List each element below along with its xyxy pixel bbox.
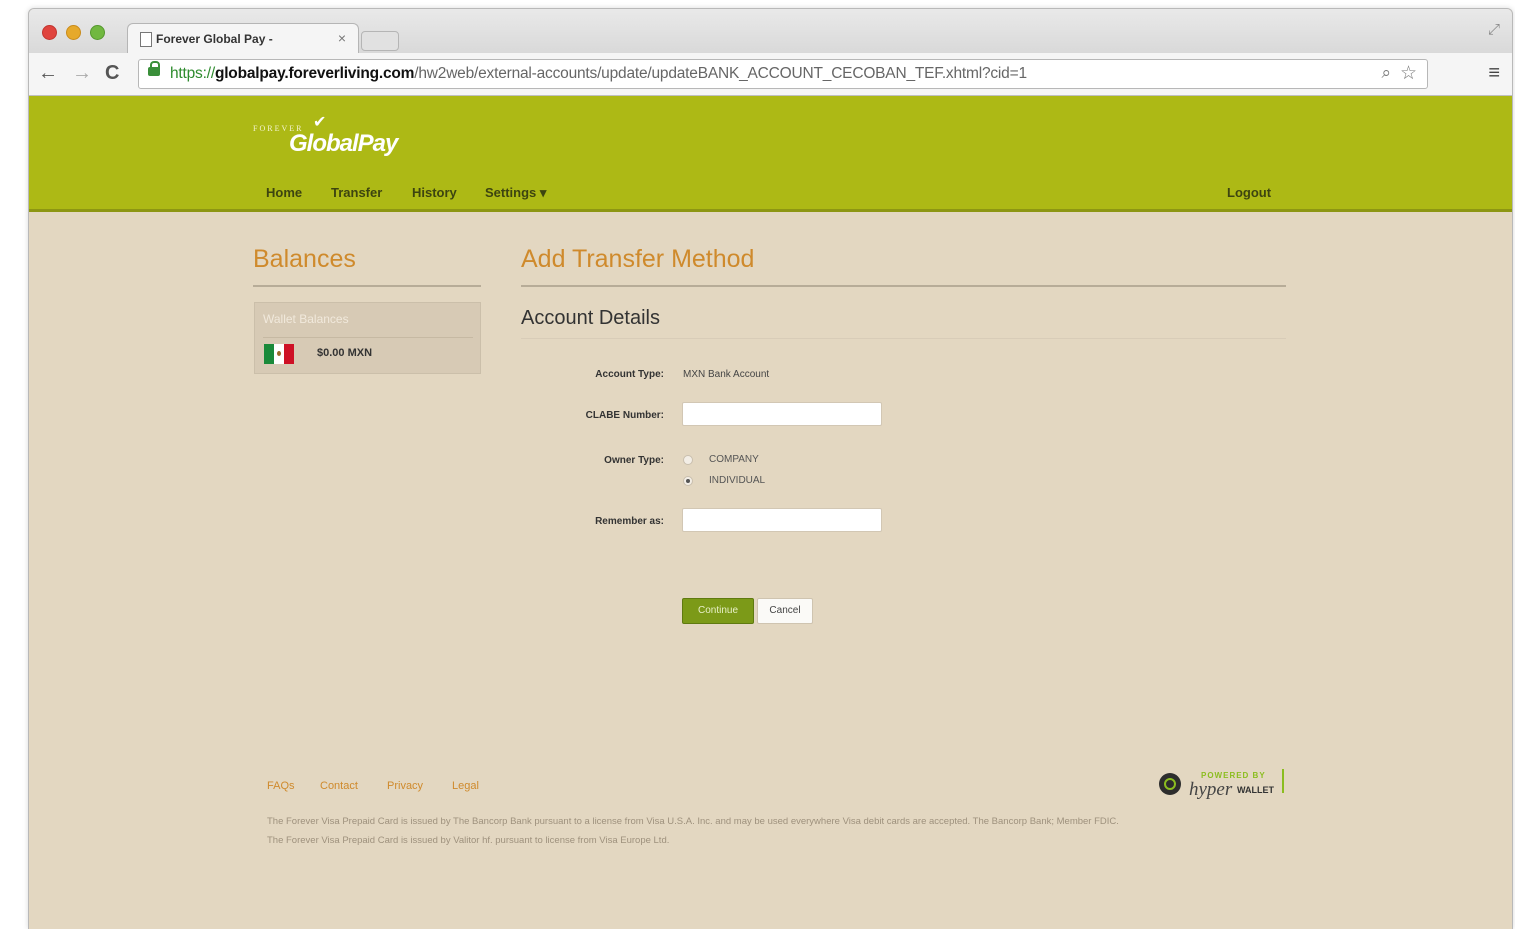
- company-radio-label[interactable]: COMPANY: [709, 454, 759, 465]
- globe-icon: [1159, 773, 1181, 795]
- cancel-button[interactable]: Cancel: [757, 598, 813, 624]
- balances-divider: [253, 285, 481, 287]
- clabe-number-label: CLABE Number:: [585, 410, 664, 421]
- continue-button[interactable]: Continue: [682, 598, 754, 624]
- wallet-text: WALLET: [1237, 785, 1274, 795]
- new-tab-button[interactable]: [361, 31, 399, 51]
- logo-bar: [1282, 769, 1284, 793]
- nav-home[interactable]: Home: [266, 185, 302, 200]
- footer-faqs-link[interactable]: FAQs: [267, 780, 295, 792]
- close-window-button[interactable]: [42, 25, 57, 40]
- nav-transfer[interactable]: Transfer: [331, 185, 382, 200]
- logo-globalpay-text: GlobalPay: [289, 130, 398, 157]
- footer-legal-link[interactable]: Legal: [452, 780, 479, 792]
- url-text[interactable]: https://globalpay.foreverliving.com/hw2w…: [170, 65, 1027, 83]
- minimize-window-button[interactable]: [66, 25, 81, 40]
- fullscreen-icon[interactable]: ⤢: [1488, 21, 1500, 38]
- remember-as-input[interactable]: [682, 508, 882, 532]
- hyper-text: hyper: [1189, 779, 1233, 800]
- logout-link[interactable]: Logout: [1227, 185, 1271, 200]
- document-icon: [140, 32, 152, 47]
- tab-title: Forever Global Pay -: [156, 32, 273, 46]
- back-arrow-icon[interactable]: ←: [38, 62, 58, 85]
- zoom-window-button[interactable]: [90, 25, 105, 40]
- lock-icon: [148, 61, 160, 76]
- browser-menu-icon[interactable]: ≡: [1488, 62, 1500, 85]
- owner-type-label: Owner Type:: [604, 455, 664, 466]
- individual-radio[interactable]: [683, 476, 693, 486]
- tab-strip: Forever Global Pay - × ⤢: [29, 9, 1512, 54]
- company-radio[interactable]: [683, 455, 693, 465]
- section-title: Account Details: [521, 307, 660, 329]
- reload-icon[interactable]: C: [105, 62, 119, 85]
- clabe-number-input[interactable]: [682, 402, 882, 426]
- magnifier-icon[interactable]: ⌕: [1381, 63, 1391, 83]
- tab-close-icon[interactable]: ×: [338, 30, 346, 46]
- bookmark-star-icon[interactable]: ☆: [1400, 62, 1417, 85]
- page-title: Add Transfer Method: [521, 245, 755, 273]
- balances-heading: Balances: [253, 245, 356, 273]
- individual-radio-label[interactable]: INDIVIDUAL: [709, 475, 765, 486]
- forward-arrow-icon[interactable]: →: [72, 62, 92, 85]
- nav-settings-dropdown[interactable]: Settings ▾: [485, 185, 546, 201]
- browser-tab[interactable]: Forever Global Pay - ×: [127, 23, 359, 54]
- browser-toolbar: ← → C https://globalpay.foreverliving.co…: [29, 53, 1512, 96]
- footer-disclaimer-1: The Forever Visa Prepaid Card is issued …: [267, 816, 1119, 827]
- mexico-flag-icon: [264, 344, 294, 364]
- hyperwallet-logo[interactable]: POWERED BY hyper WALLET: [1157, 769, 1285, 801]
- remember-as-label: Remember as:: [595, 516, 664, 527]
- bird-icon: ✔: [313, 114, 327, 131]
- account-type-value: MXN Bank Account: [683, 369, 770, 380]
- browser-window: Forever Global Pay - × ⤢ ← → C https://g…: [28, 8, 1513, 929]
- wallet-amount: $0.00 MXN: [317, 347, 373, 359]
- nav-history[interactable]: History: [412, 185, 457, 200]
- address-bar[interactable]: https://globalpay.foreverliving.com/hw2w…: [138, 59, 1428, 89]
- section-divider: [521, 338, 1286, 339]
- footer-disclaimer-2: The Forever Visa Prepaid Card is issued …: [267, 835, 670, 846]
- wallet-balances-label: Wallet Balances: [263, 312, 349, 326]
- footer-privacy-link[interactable]: Privacy: [387, 780, 423, 792]
- wallet-divider: [263, 337, 473, 338]
- wallet-balances-panel: Wallet Balances $0.00 MXN: [254, 302, 481, 374]
- account-type-label: Account Type:: [595, 369, 664, 380]
- site-header: FOREVER ✔ GlobalPay Home Transfer Histor…: [29, 96, 1512, 212]
- title-divider: [521, 285, 1286, 287]
- footer-contact-link[interactable]: Contact: [320, 780, 358, 792]
